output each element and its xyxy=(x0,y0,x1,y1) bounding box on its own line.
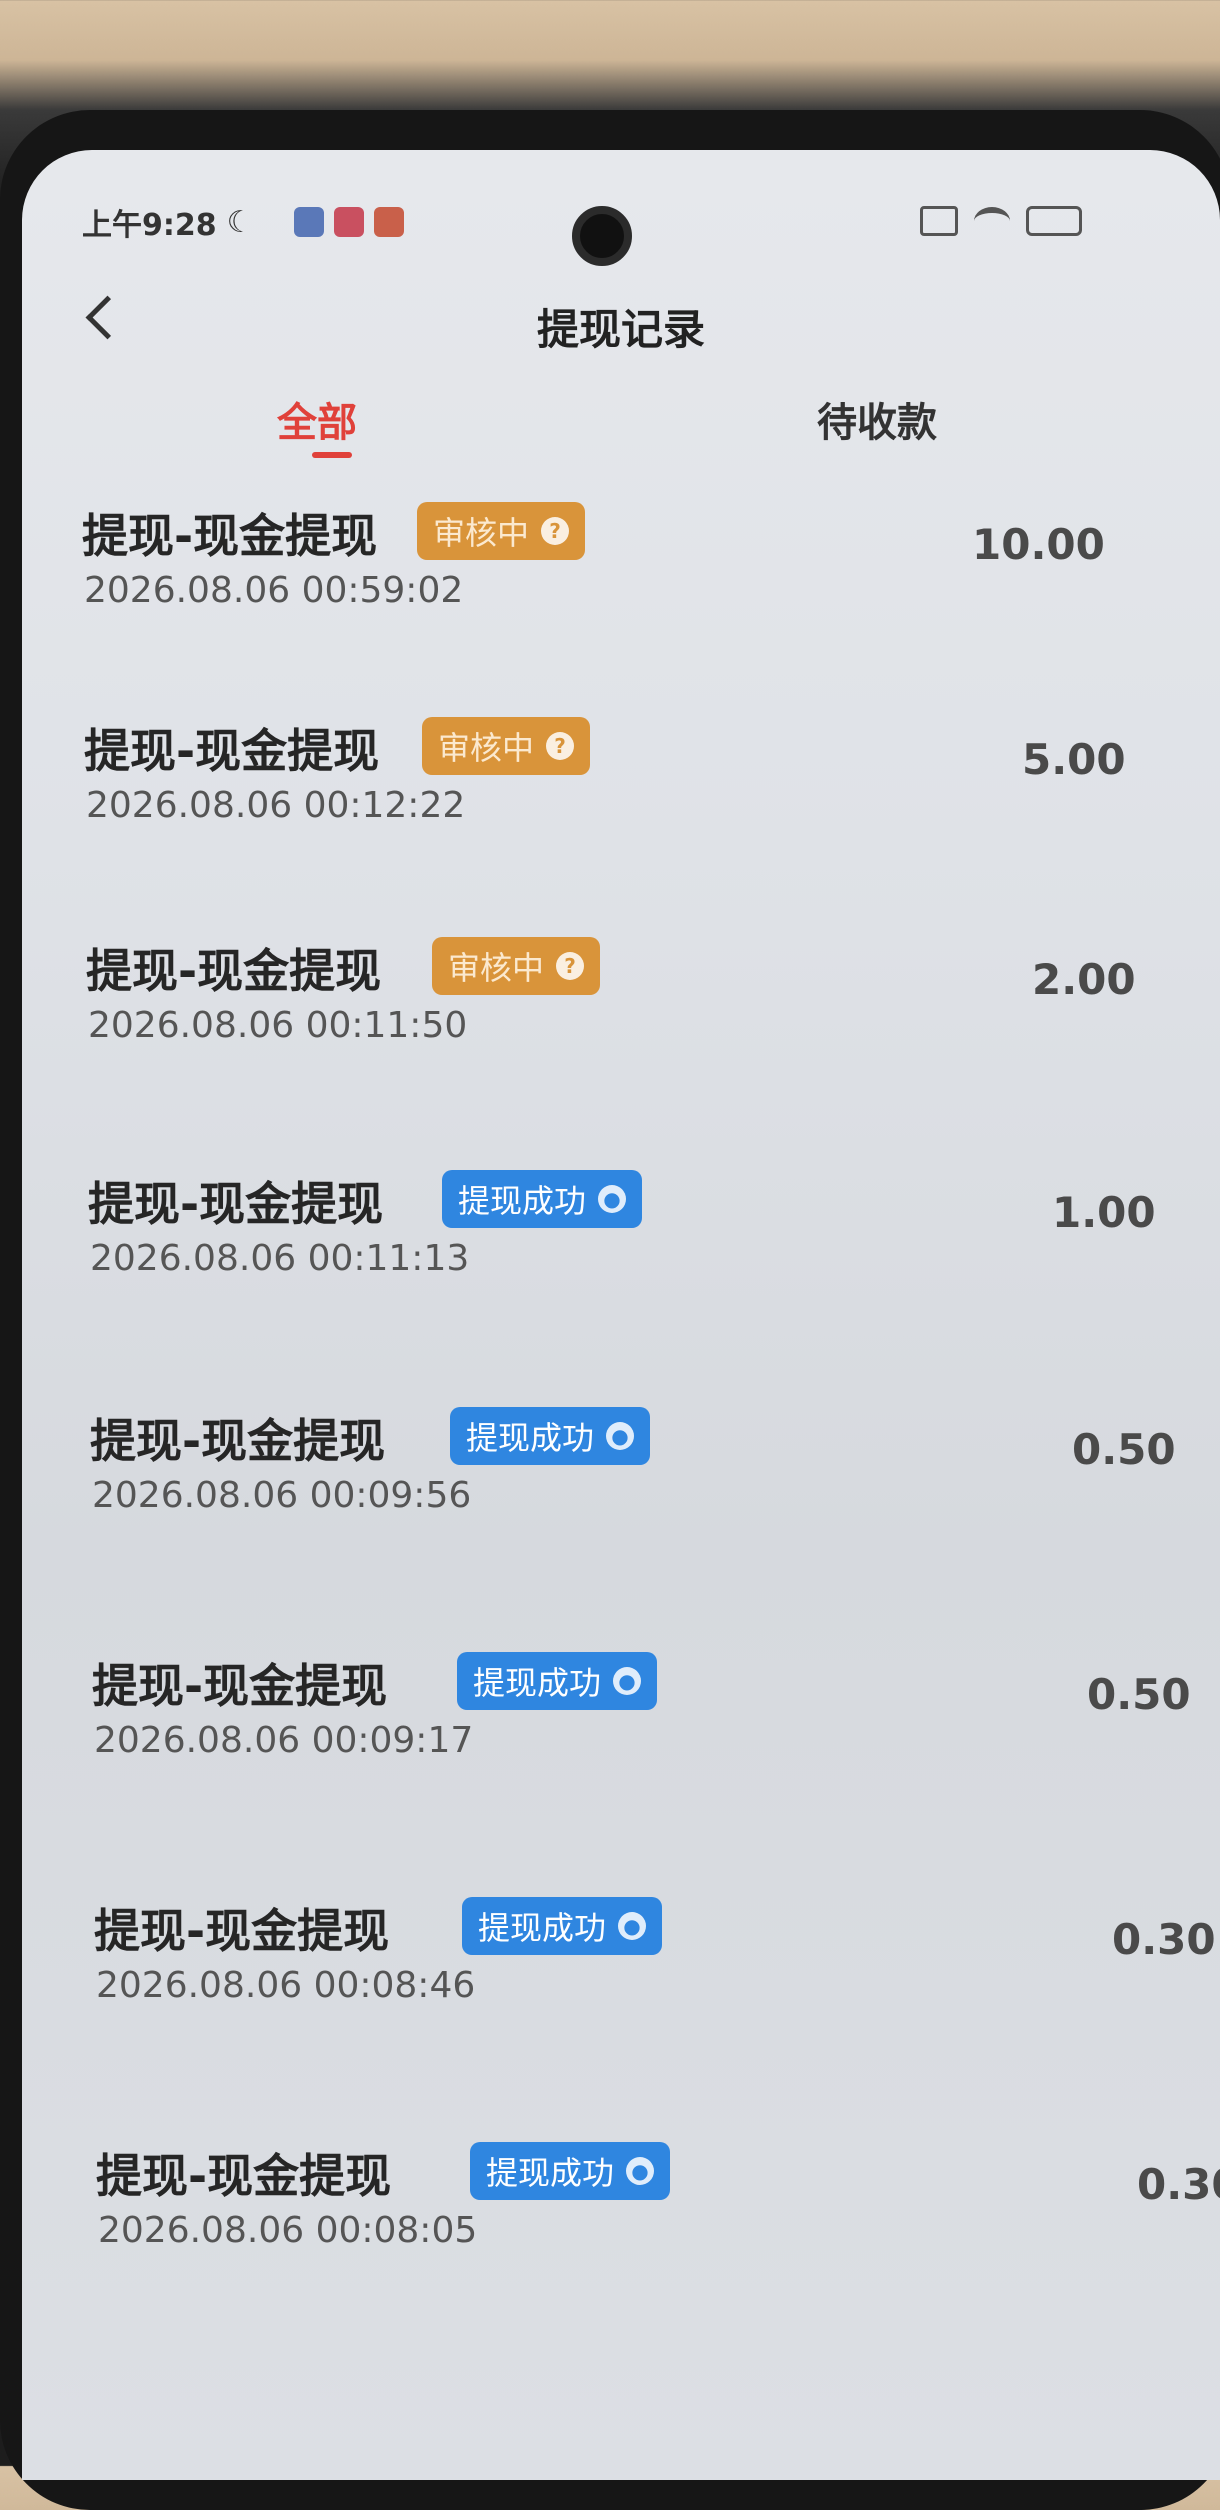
record-amount: 2.00 xyxy=(1032,955,1136,1004)
record-title: 提现-现金提现 xyxy=(94,1904,390,1958)
status-badge-label: 审核中 xyxy=(438,729,535,767)
record-amount: 0.50 xyxy=(1072,1425,1176,1474)
status-right-icons xyxy=(920,206,1082,236)
phone-screen: 上午9:28 ☾ 提现记录 全部 待收款 提现-现金提现 审核中? 2026.08.… xyxy=(22,150,1220,2480)
status-badge-label: 提现成功 xyxy=(473,1664,602,1702)
record-date: 2026.08.06 00:59:02 xyxy=(84,570,464,611)
question-icon[interactable]: ? xyxy=(546,732,575,760)
status-badge: 提现成功 ● xyxy=(442,1170,643,1228)
status-badge: 提现成功 ● xyxy=(470,2142,671,2200)
status-badge-label: 提现成功 xyxy=(486,2154,615,2192)
status-badge: 提现成功 ● xyxy=(462,1897,663,1955)
record-amount: 1.00 xyxy=(1052,1188,1156,1237)
question-icon[interactable]: ? xyxy=(541,517,570,545)
status-badge: 审核中? xyxy=(417,502,586,560)
record-amount: 5.00 xyxy=(1022,735,1126,784)
record-date: 2026.08.06 00:11:13 xyxy=(90,1238,470,1279)
record-title: 提现-现金提现 xyxy=(88,1177,384,1231)
record-date: 2026.08.06 00:09:56 xyxy=(92,1475,472,1516)
record-amount: 10.00 xyxy=(972,520,1105,569)
sim-icon xyxy=(920,206,958,236)
status-badge-label: 提现成功 xyxy=(458,1182,587,1220)
status-badge: 审核中? xyxy=(432,937,601,995)
record-title: 提现-现金提现 xyxy=(82,509,378,563)
record-date: 2026.08.06 00:12:22 xyxy=(86,785,466,826)
tab-pending[interactable]: 待收款 xyxy=(817,390,937,448)
record-date: 2026.08.06 00:09:17 xyxy=(94,1720,474,1761)
tab-bar: 全部 待收款 xyxy=(22,390,1220,480)
record-date: 2026.08.06 00:08:46 xyxy=(96,1965,476,2006)
status-badge: 提现成功 ● xyxy=(457,1652,658,1710)
record-date: 2026.08.06 00:08:05 xyxy=(98,2210,478,2251)
status-badge-label: 审核中 xyxy=(433,514,530,552)
question-icon[interactable]: ? xyxy=(556,952,585,980)
record-amount: 0.30 xyxy=(1137,2160,1220,2209)
status-badge: 提现成功 ● xyxy=(450,1407,651,1465)
wechat-icon: ● xyxy=(598,1185,627,1213)
record-title: 提现-现金提现 xyxy=(96,2149,392,2203)
battery-icon xyxy=(1026,206,1082,236)
wechat-icon: ● xyxy=(606,1422,635,1450)
moon-icon: ☾ xyxy=(226,204,254,240)
status-badge-label: 提现成功 xyxy=(466,1419,595,1457)
notification-icon xyxy=(293,207,324,237)
wechat-icon: ● xyxy=(618,1912,647,1940)
wifi-icon xyxy=(974,207,1010,235)
list-item[interactable]: 提现-现金提现 审核中? 2026.08.06 00:11:50 2.00 xyxy=(22,915,1220,1135)
list-item[interactable]: 提现-现金提现 提现成功 ● 2026.08.06 00:08:05 0.30 xyxy=(22,2120,1220,2340)
record-title: 提现-现金提现 xyxy=(90,1414,386,1468)
record-title: 提现-现金提现 xyxy=(84,724,380,778)
list-item[interactable]: 提现-现金提现 审核中? 2026.08.06 00:59:02 10.00 xyxy=(22,480,1220,700)
tab-all[interactable]: 全部 xyxy=(277,390,357,448)
list-item[interactable]: 提现-现金提现 提现成功 ● 2026.08.06 00:09:17 0.50 xyxy=(22,1630,1220,1850)
status-badge: 审核中? xyxy=(422,717,591,775)
status-badge-label: 提现成功 xyxy=(478,1909,607,1947)
tab-active-indicator xyxy=(312,452,352,458)
wechat-icon: ● xyxy=(613,1667,642,1695)
status-time: 上午9:28 xyxy=(82,208,217,243)
page-title: 提现记录 xyxy=(536,305,705,354)
notification-icon xyxy=(373,207,404,237)
record-amount: 0.30 xyxy=(1112,1915,1216,1964)
list-item[interactable]: 提现-现金提现 提现成功 ● 2026.08.06 00:08:46 0.30 xyxy=(22,1875,1220,2095)
record-date: 2026.08.06 00:11:50 xyxy=(88,1005,468,1046)
list-item[interactable]: 提现-现金提现 提现成功 ● 2026.08.06 00:11:13 1.00 xyxy=(22,1148,1220,1368)
status-badge-label: 审核中 xyxy=(448,949,545,987)
record-amount: 0.50 xyxy=(1087,1670,1191,1719)
wechat-icon: ● xyxy=(626,2157,655,2185)
notification-icon xyxy=(333,207,364,237)
record-title: 提现-现金提现 xyxy=(86,944,382,998)
list-item[interactable]: 提现-现金提现 审核中? 2026.08.06 00:12:22 5.00 xyxy=(22,695,1220,915)
record-title: 提现-现金提现 xyxy=(92,1659,388,1713)
front-camera xyxy=(572,206,632,266)
nav-header: 提现记录 xyxy=(22,280,1220,360)
list-item[interactable]: 提现-现金提现 提现成功 ● 2026.08.06 00:09:56 0.50 xyxy=(22,1385,1220,1605)
